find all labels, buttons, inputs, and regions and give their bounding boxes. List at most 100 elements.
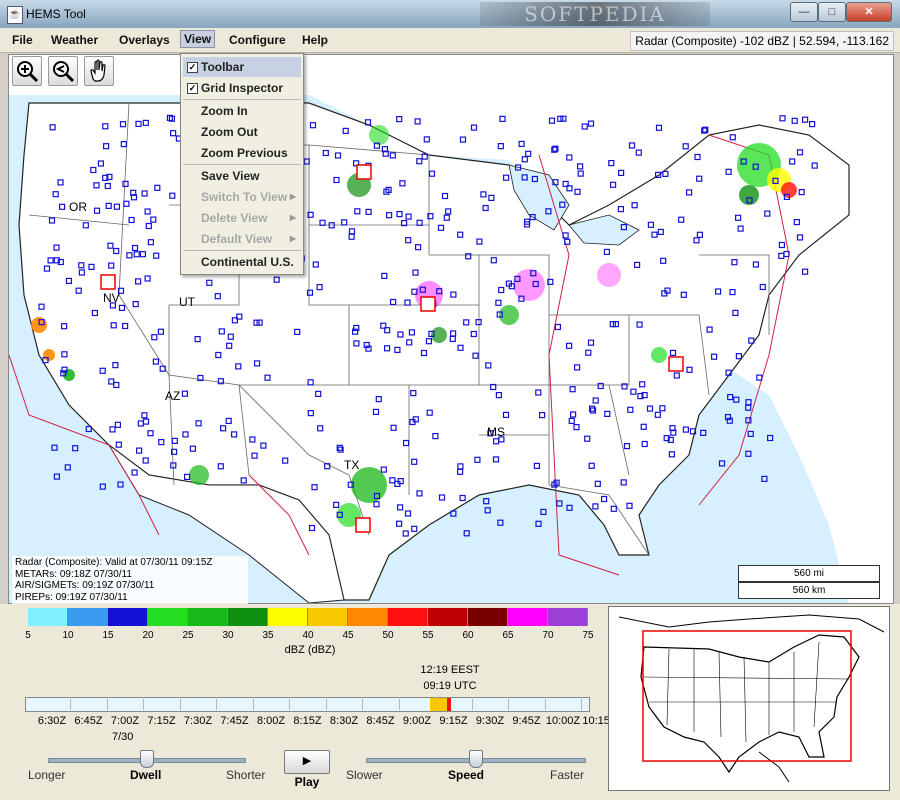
timeline-tick-label: 6:30Z bbox=[37, 715, 67, 727]
speed-slower-label: Slower bbox=[346, 768, 383, 782]
station-marker bbox=[724, 414, 732, 421]
menu-help[interactable]: Help bbox=[298, 32, 332, 48]
timeline-tick-label: 7:30Z bbox=[183, 715, 213, 727]
overview-map-canvas bbox=[618, 614, 885, 783]
legend-color-cell bbox=[228, 608, 268, 626]
speed-label: Speed bbox=[448, 768, 485, 782]
timeline-gridline bbox=[216, 697, 217, 710]
speed-slider-thumb[interactable] bbox=[469, 750, 483, 768]
station-marker bbox=[53, 473, 61, 480]
watermark: SOFTPEDIA bbox=[480, 2, 710, 26]
station-marker bbox=[700, 429, 707, 436]
menu-overlays[interactable]: Overlays bbox=[115, 32, 174, 48]
menu-bar: File Weather Overlays View Configure Hel… bbox=[0, 28, 900, 53]
zoom-out-tool[interactable] bbox=[48, 56, 78, 86]
legend-color-cell bbox=[508, 608, 548, 626]
timeline-gridline bbox=[143, 697, 144, 710]
legend-tick-label: 65 bbox=[502, 630, 514, 641]
timeline-tick-label: 8:00Z bbox=[256, 715, 286, 727]
legend-tick-label: 15 bbox=[102, 630, 114, 641]
timeline-tick-label: 7:00Z bbox=[110, 715, 140, 727]
state-label-ut: UT bbox=[179, 295, 195, 309]
timeline-tick-label: 9:30Z bbox=[475, 715, 505, 727]
station-marker bbox=[761, 475, 768, 482]
legend-tick-label: 10 bbox=[62, 630, 74, 641]
legend-tick-label: 30 bbox=[222, 630, 234, 641]
menu-view[interactable]: View bbox=[180, 30, 216, 48]
station-marker bbox=[535, 520, 542, 527]
legend-color-cell bbox=[188, 608, 228, 626]
legend-tick-label: 5 bbox=[25, 630, 31, 641]
menu-zoom-out[interactable]: Zoom Out bbox=[183, 122, 301, 142]
scale-bar-miles: 560 mi bbox=[738, 565, 880, 582]
menu-save-view[interactable]: Save View bbox=[183, 166, 301, 186]
title-bar[interactable]: ☕ HEMS Tool SOFTPEDIA — □ ✕ bbox=[0, 0, 900, 29]
timeline-gridline bbox=[70, 697, 71, 710]
legend-color-cell bbox=[108, 608, 148, 626]
menu-delete-view: Delete View ▶ bbox=[183, 208, 301, 228]
radar-valid-line: Radar (Composite): Valid at 07/30/11 09:… bbox=[15, 557, 213, 568]
utc-time: 09:19 UTC bbox=[423, 680, 477, 692]
pireps-line: PIREPs: 09:19Z 07/30/11 bbox=[15, 591, 128, 603]
menu-item-label: Default View bbox=[201, 232, 273, 246]
close-button[interactable]: ✕ bbox=[846, 2, 892, 22]
station-marker bbox=[51, 444, 58, 451]
minimize-button[interactable]: — bbox=[790, 2, 818, 22]
map-canvas[interactable] bbox=[9, 55, 893, 603]
station-marker bbox=[566, 504, 573, 511]
weather-map[interactable]: OR NV UT AZ MS TX bbox=[8, 54, 894, 604]
legend-color-cell bbox=[28, 608, 68, 626]
menu-separator bbox=[183, 164, 301, 165]
menu-weather[interactable]: Weather bbox=[47, 32, 102, 48]
timeline-gridline bbox=[581, 697, 582, 710]
land-usa bbox=[18, 102, 850, 601]
timeline-current-frame[interactable] bbox=[447, 698, 451, 711]
timeline-tick-label: 7:15Z bbox=[147, 715, 176, 727]
timeline-gridline bbox=[471, 697, 473, 710]
timeline-tick-label: 9:15Z bbox=[439, 715, 468, 727]
timeline-date: 7/30 bbox=[112, 731, 134, 743]
speed-faster-label: Faster bbox=[550, 768, 585, 782]
station-marker bbox=[540, 508, 547, 515]
legend-tick-label: 60 bbox=[462, 630, 474, 641]
menu-configure[interactable]: Configure bbox=[225, 32, 290, 48]
menu-file[interactable]: File bbox=[8, 32, 37, 48]
menu-continental-us[interactable]: Continental U.S. bbox=[183, 252, 301, 272]
timeline-tick-label: 8:15Z bbox=[293, 715, 322, 727]
legend-tick-label: 40 bbox=[302, 630, 314, 641]
timeline-bar[interactable] bbox=[25, 697, 590, 712]
timeline-gridline bbox=[508, 697, 509, 710]
station-marker bbox=[726, 417, 733, 424]
overview-map[interactable] bbox=[608, 606, 890, 791]
submenu-arrow-icon: ▶ bbox=[289, 213, 296, 222]
play-button[interactable]: ▶ bbox=[284, 750, 330, 774]
state-label-or: OR bbox=[69, 200, 87, 214]
station-marker bbox=[64, 464, 71, 471]
zoom-in-tool[interactable] bbox=[12, 56, 42, 86]
menu-zoom-previous[interactable]: Zoom Previous bbox=[183, 143, 301, 163]
legend-color-cell bbox=[148, 608, 188, 626]
map-toolbar bbox=[10, 56, 122, 86]
menu-zoom-in[interactable]: Zoom In bbox=[183, 101, 301, 121]
legend-color-cell bbox=[308, 608, 348, 626]
checkbox-icon: ✓ bbox=[187, 62, 198, 73]
legend-color-cell bbox=[268, 608, 308, 626]
dwell-shorter-label: Shorter bbox=[226, 768, 266, 782]
dwell-slider-thumb[interactable] bbox=[140, 750, 154, 768]
menu-switch-to-view: Switch To View ▶ bbox=[183, 187, 301, 207]
zoom-out-icon bbox=[53, 61, 75, 83]
timeline-gridline bbox=[289, 697, 290, 710]
legend-color-cell bbox=[428, 608, 468, 626]
state-label-az: AZ bbox=[165, 389, 181, 403]
pan-tool[interactable] bbox=[84, 56, 114, 86]
legend-color-cell bbox=[348, 608, 388, 626]
station-marker bbox=[745, 450, 752, 457]
legend-tick-label: 20 bbox=[142, 630, 154, 641]
menu-toolbar-toggle[interactable]: ✓ Toolbar bbox=[183, 57, 301, 77]
menu-item-label: Toolbar bbox=[201, 60, 245, 74]
station-marker bbox=[497, 519, 504, 526]
station-marker bbox=[747, 430, 754, 437]
station-marker bbox=[718, 460, 726, 467]
menu-grid-inspector-toggle[interactable]: ✓ Grid Inspector bbox=[183, 78, 301, 98]
maximize-button[interactable]: □ bbox=[818, 2, 846, 22]
